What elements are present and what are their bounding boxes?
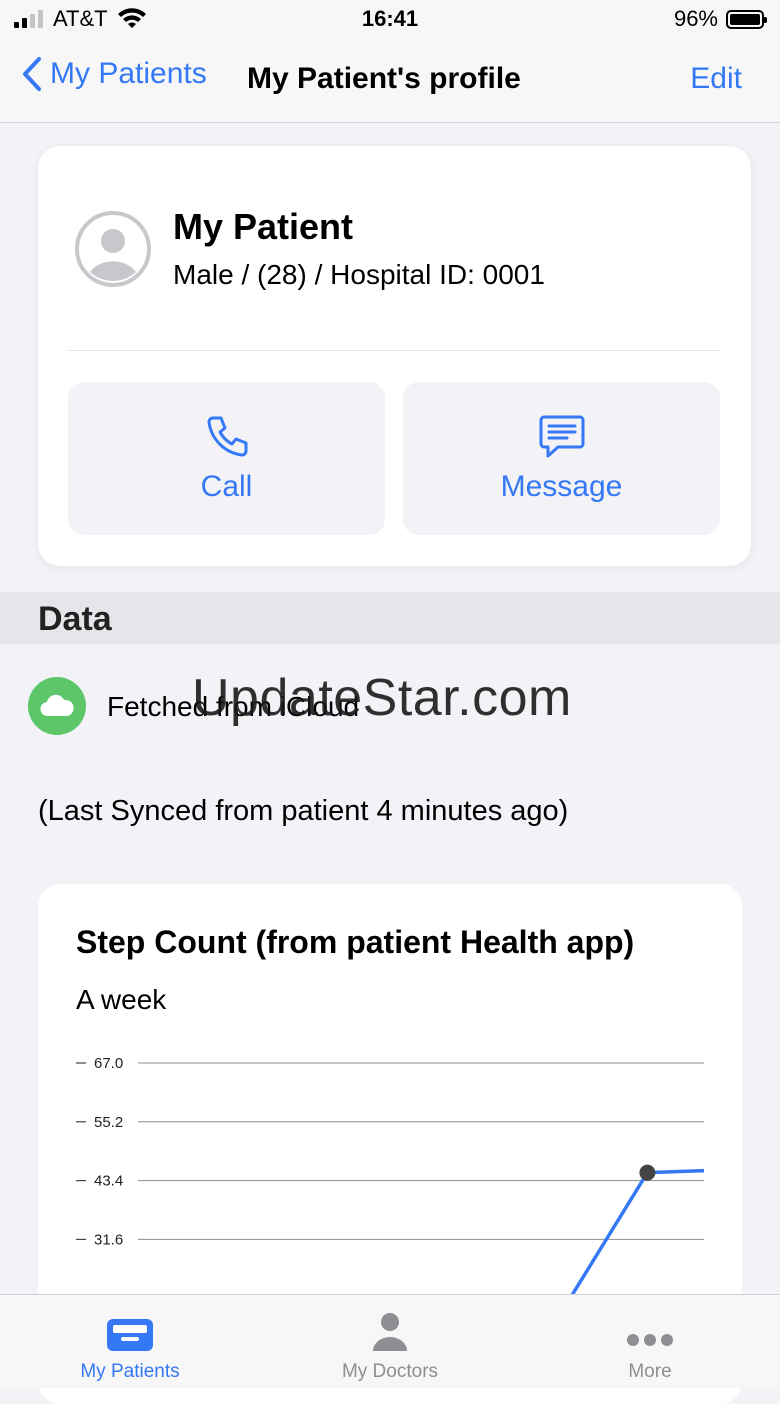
call-button-label: Call (200, 469, 253, 503)
person-icon (373, 1313, 407, 1351)
avatar-placeholder-icon (75, 211, 151, 287)
ellipsis-icon (627, 1334, 673, 1346)
cloud-icon (40, 694, 74, 717)
chart-subtitle: A week (76, 984, 167, 1015)
navigation-bar: My Patients My Patient's profile Edit (0, 40, 780, 123)
tab-my-doctors[interactable]: My Doctors (260, 1295, 520, 1388)
tab-more[interactable]: More (520, 1295, 780, 1388)
status-right: 96% (673, 6, 767, 32)
tab-label: My Patients (80, 1361, 180, 1382)
chevron-left-icon (23, 57, 41, 91)
cloud-status-badge (28, 677, 86, 735)
card-divider (68, 350, 721, 351)
section-title: Data (38, 600, 112, 638)
message-bubble-icon (539, 415, 584, 457)
y-tick-label: 43.4 (94, 1173, 123, 1190)
status-bar: AT&T 16:41 96% (0, 0, 780, 40)
message-button-label: Message (500, 469, 623, 503)
last-synced-label: (Last Synced from patient 4 minutes ago) (38, 795, 569, 827)
y-tick-label: 55.2 (94, 1114, 123, 1131)
tab-bar: My Patients My Doctors More (0, 1294, 780, 1388)
watermark-text: UpdateStar.com (192, 669, 572, 727)
call-button[interactable]: Call (68, 382, 385, 535)
chart-title: Step Count (from patient Health app) (76, 924, 635, 960)
tab-label: My Doctors (341, 1361, 439, 1382)
message-button[interactable]: Message (403, 382, 720, 535)
battery-percent: 96% (673, 6, 718, 31)
data-section-header: Data (0, 592, 780, 644)
back-button[interactable]: My Patients (22, 56, 207, 92)
y-tick-label: 67.0 (94, 1055, 123, 1072)
y-tick-label: 31.6 (94, 1231, 123, 1248)
page-title: My Patient's profile (247, 62, 521, 95)
back-button-label: My Patients (50, 57, 207, 90)
phone-icon (207, 416, 247, 456)
patient-profile-card: My Patient Male / (28) / Hospital ID: 00… (38, 146, 751, 566)
tab-label: More (628, 1361, 672, 1382)
battery-icon (726, 9, 767, 29)
tab-my-patients[interactable]: My Patients (0, 1295, 260, 1388)
edit-button[interactable]: Edit (690, 62, 742, 96)
data-point-marker (639, 1164, 656, 1181)
patient-name: My Patient (173, 206, 354, 247)
status-time: 16:41 (361, 6, 419, 31)
tray-icon (107, 1319, 153, 1351)
patient-info: Male / (28) / Hospital ID: 0001 (173, 259, 545, 290)
